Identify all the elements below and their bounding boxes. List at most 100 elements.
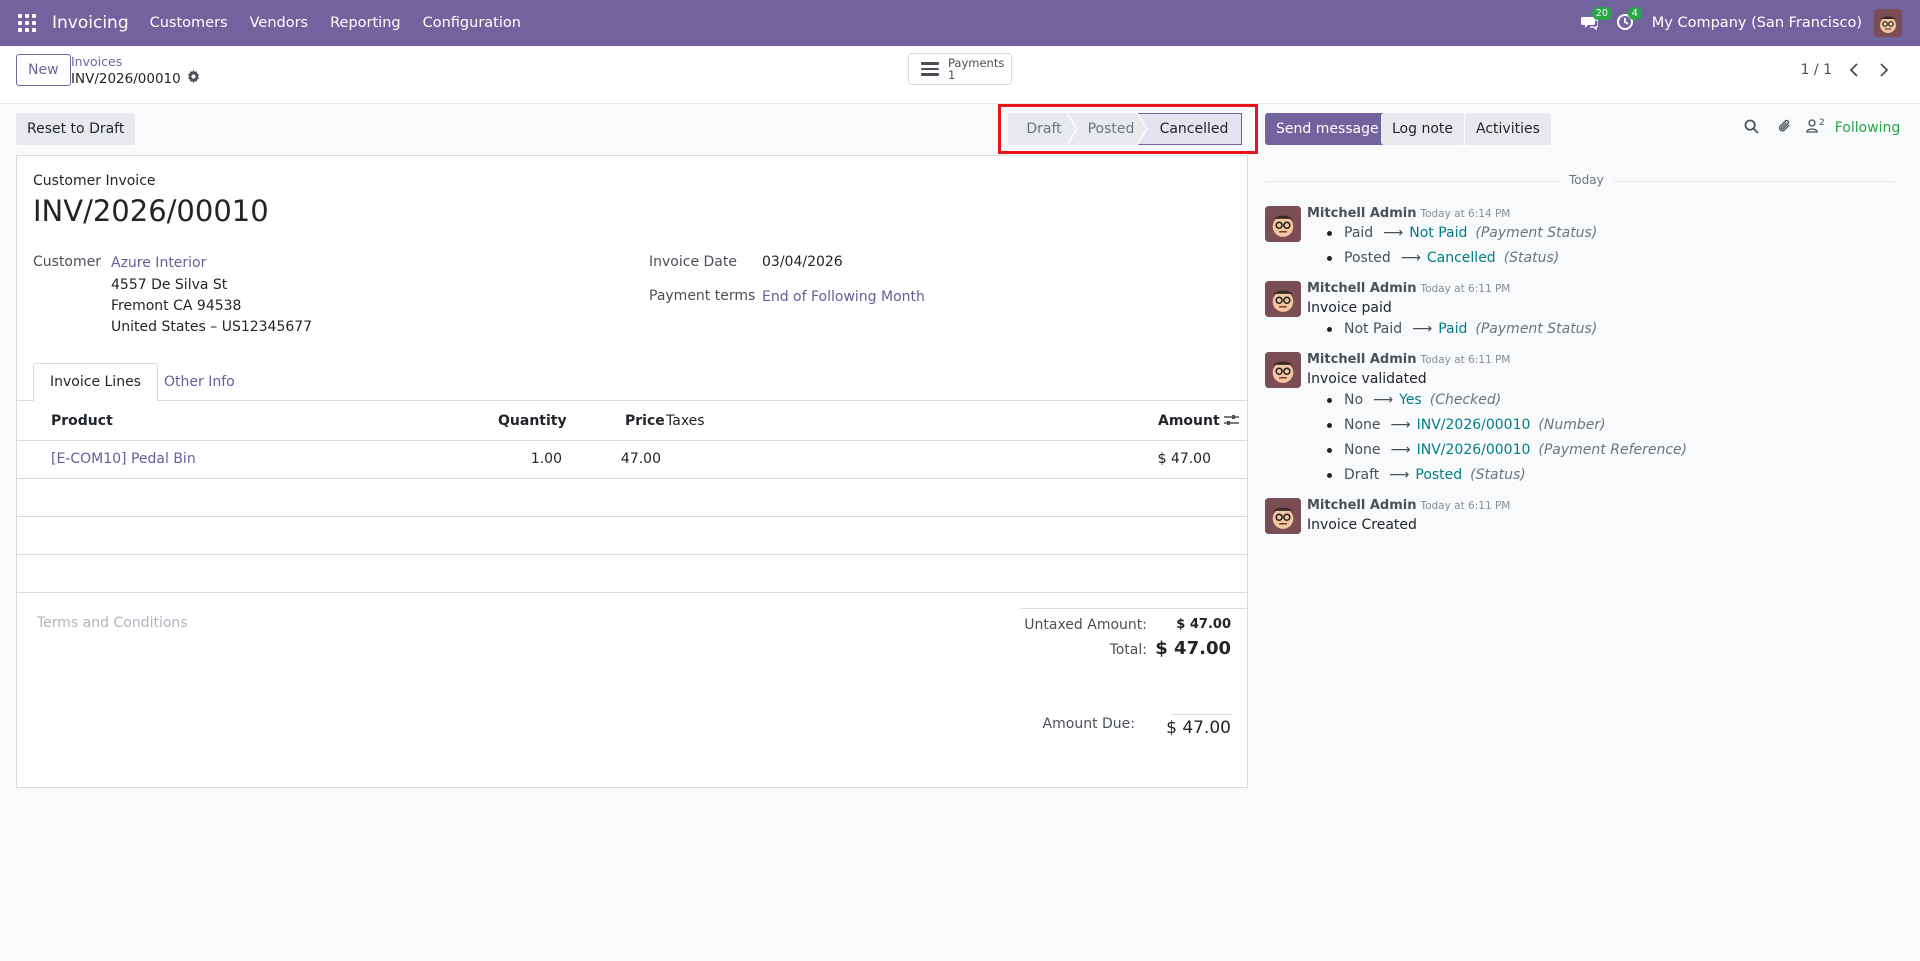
line-amount: $ 47.00 bbox=[1157, 451, 1211, 467]
message-author: Mitchell Admin Today at 6:14 PM bbox=[1307, 206, 1510, 221]
chevron-left-icon bbox=[1849, 63, 1858, 77]
arrow-right-icon: ⟶ bbox=[1390, 417, 1411, 433]
payments-smart-button[interactable]: Payments 1 bbox=[908, 53, 1012, 85]
new-button[interactable]: New bbox=[16, 54, 71, 86]
tracking-old: No bbox=[1344, 392, 1364, 408]
breadcrumb-invoices[interactable]: Invoices bbox=[71, 54, 122, 69]
author-avatar[interactable] bbox=[1265, 352, 1301, 388]
invoice-date-value[interactable]: 03/04/2026 bbox=[762, 254, 843, 270]
activities-button[interactable]: Activities bbox=[1465, 113, 1551, 145]
message-author: Mitchell Admin Today at 6:11 PM bbox=[1307, 352, 1510, 367]
gear-icon[interactable] bbox=[187, 70, 200, 87]
address-line-2: Fremont CA 94538 bbox=[111, 298, 242, 314]
customer-link[interactable]: Azure Interior bbox=[111, 255, 206, 271]
table-row[interactable]: [E-COM10] Pedal Bin 1.00 47.00 $ 47.00 bbox=[17, 441, 1247, 479]
arrow-right-icon: ⟶ bbox=[1400, 250, 1421, 266]
message-author: Mitchell Admin Today at 6:11 PM bbox=[1307, 281, 1510, 296]
stage-draft[interactable]: Draft bbox=[1008, 113, 1076, 145]
followers-user-icon[interactable] bbox=[1806, 119, 1818, 137]
tracking-field: (Status) bbox=[1503, 250, 1560, 266]
tracking-field: (Payment Reference) bbox=[1538, 442, 1688, 458]
column-amount[interactable]: Amount bbox=[1158, 413, 1220, 429]
control-panel: New Invoices INV/2026/00010 Payments 1 1… bbox=[0, 46, 1920, 104]
activities-clock-icon[interactable]: 4 bbox=[1616, 7, 1642, 33]
menu-item-reporting[interactable]: Reporting bbox=[319, 15, 412, 31]
total-value: $ 47.00 bbox=[1155, 638, 1231, 659]
tracking-field: (Payment Status) bbox=[1475, 321, 1598, 337]
search-icon[interactable] bbox=[1744, 119, 1759, 138]
top-navbar: Invoicing Customers Vendors Reporting Co… bbox=[0, 0, 1920, 46]
following-toggle[interactable]: Following bbox=[1835, 120, 1901, 136]
chevron-right-icon bbox=[1880, 63, 1889, 77]
untaxed-amount-value: $ 47.00 bbox=[1176, 617, 1231, 632]
tracking-value: Paid ⟶ Not Paid (Payment Status) bbox=[1327, 225, 1597, 241]
list-icon bbox=[921, 59, 939, 79]
app-name[interactable]: Invoicing bbox=[52, 13, 129, 33]
author-name[interactable]: Mitchell Admin bbox=[1307, 281, 1416, 296]
untaxed-amount-label: Untaxed Amount: bbox=[1024, 617, 1147, 633]
terms-and-conditions-field[interactable]: Terms and Conditions bbox=[37, 615, 188, 631]
breadcrumb-current-record: INV/2026/00010 bbox=[71, 70, 200, 87]
tracking-field: (Status) bbox=[1470, 467, 1526, 483]
author-avatar[interactable] bbox=[1265, 206, 1301, 242]
tracking-value: Posted ⟶ Cancelled (Status) bbox=[1327, 250, 1559, 266]
tracking-value: Draft ⟶ Posted (Status) bbox=[1327, 467, 1526, 483]
menu-item-vendors[interactable]: Vendors bbox=[239, 15, 320, 31]
column-price[interactable]: Price bbox=[625, 413, 665, 429]
menu-item-configuration[interactable]: Configuration bbox=[412, 15, 532, 31]
customer-label: Customer bbox=[33, 254, 102, 270]
menu-item-customers[interactable]: Customers bbox=[139, 15, 239, 31]
table-row-empty bbox=[17, 517, 1247, 555]
totals-divider bbox=[1021, 608, 1247, 609]
tracking-old: None bbox=[1344, 417, 1381, 433]
log-note-button[interactable]: Log note bbox=[1381, 113, 1464, 145]
pager-value[interactable]: 1 / 1 bbox=[1801, 62, 1832, 78]
company-switcher[interactable]: My Company (San Francisco) bbox=[1652, 15, 1862, 31]
message-date: Today at 6:11 PM bbox=[1420, 283, 1511, 295]
tracking-old: Draft bbox=[1344, 467, 1380, 483]
app-menu-icon[interactable] bbox=[18, 14, 36, 32]
tab-invoice-lines[interactable]: Invoice Lines bbox=[33, 363, 158, 401]
tracking-field: (Number) bbox=[1538, 417, 1606, 433]
payments-count: 1 bbox=[948, 68, 956, 82]
stage-posted[interactable]: Posted bbox=[1068, 113, 1146, 145]
column-quantity[interactable]: Quantity bbox=[498, 413, 567, 429]
stage-cancelled-active[interactable]: Cancelled bbox=[1138, 113, 1242, 145]
address-line-3: United States – US12345677 bbox=[111, 319, 313, 335]
payment-terms-label: Payment terms bbox=[649, 288, 756, 304]
author-name[interactable]: Mitchell Admin bbox=[1307, 206, 1416, 221]
arrow-right-icon: ⟶ bbox=[1389, 467, 1410, 483]
amount-due-divider bbox=[1172, 714, 1232, 715]
user-avatar[interactable] bbox=[1874, 9, 1902, 37]
message-body: Invoice paid bbox=[1307, 300, 1392, 316]
author-avatar[interactable] bbox=[1265, 498, 1301, 534]
followers-count: 2 bbox=[1819, 118, 1825, 128]
messaging-icon[interactable]: 20 bbox=[1580, 7, 1612, 33]
column-product[interactable]: Product bbox=[51, 413, 113, 429]
payment-terms-value[interactable]: End of Following Month bbox=[762, 289, 925, 305]
author-avatar[interactable] bbox=[1265, 281, 1301, 317]
tracking-value: None ⟶ INV/2026/00010 (Number) bbox=[1327, 417, 1606, 433]
optional-columns-icon[interactable] bbox=[1224, 414, 1239, 431]
tracking-value: Not Paid ⟶ Paid (Payment Status) bbox=[1327, 321, 1597, 337]
pager-previous-button[interactable] bbox=[1840, 56, 1868, 84]
author-name[interactable]: Mitchell Admin bbox=[1307, 498, 1416, 513]
tracking-new: Yes bbox=[1399, 392, 1422, 408]
line-quantity: 1.00 bbox=[530, 451, 562, 467]
line-price: 47.00 bbox=[620, 451, 661, 467]
paperclip-icon[interactable] bbox=[1777, 118, 1792, 138]
invoice-lines-header: Product Quantity Price Taxes Amount bbox=[17, 401, 1247, 441]
line-product[interactable]: [E-COM10] Pedal Bin bbox=[51, 451, 196, 467]
tab-other-info[interactable]: Other Info bbox=[148, 363, 251, 401]
author-name[interactable]: Mitchell Admin bbox=[1307, 352, 1416, 367]
message-author: Mitchell Admin Today at 6:11 PM bbox=[1307, 498, 1510, 513]
messages-count-badge: 20 bbox=[1591, 7, 1612, 20]
column-taxes[interactable]: Taxes bbox=[666, 413, 705, 429]
address-line-1: 4557 De Silva St bbox=[111, 277, 228, 293]
reset-to-draft-button[interactable]: Reset to Draft bbox=[16, 113, 136, 145]
tracking-old: Not Paid bbox=[1344, 321, 1403, 337]
pager-next-button[interactable] bbox=[1870, 56, 1898, 84]
send-message-button[interactable]: Send message bbox=[1265, 113, 1390, 145]
invoice-number-title: INV/2026/00010 bbox=[33, 194, 269, 228]
tracking-new: INV/2026/00010 bbox=[1416, 442, 1531, 458]
